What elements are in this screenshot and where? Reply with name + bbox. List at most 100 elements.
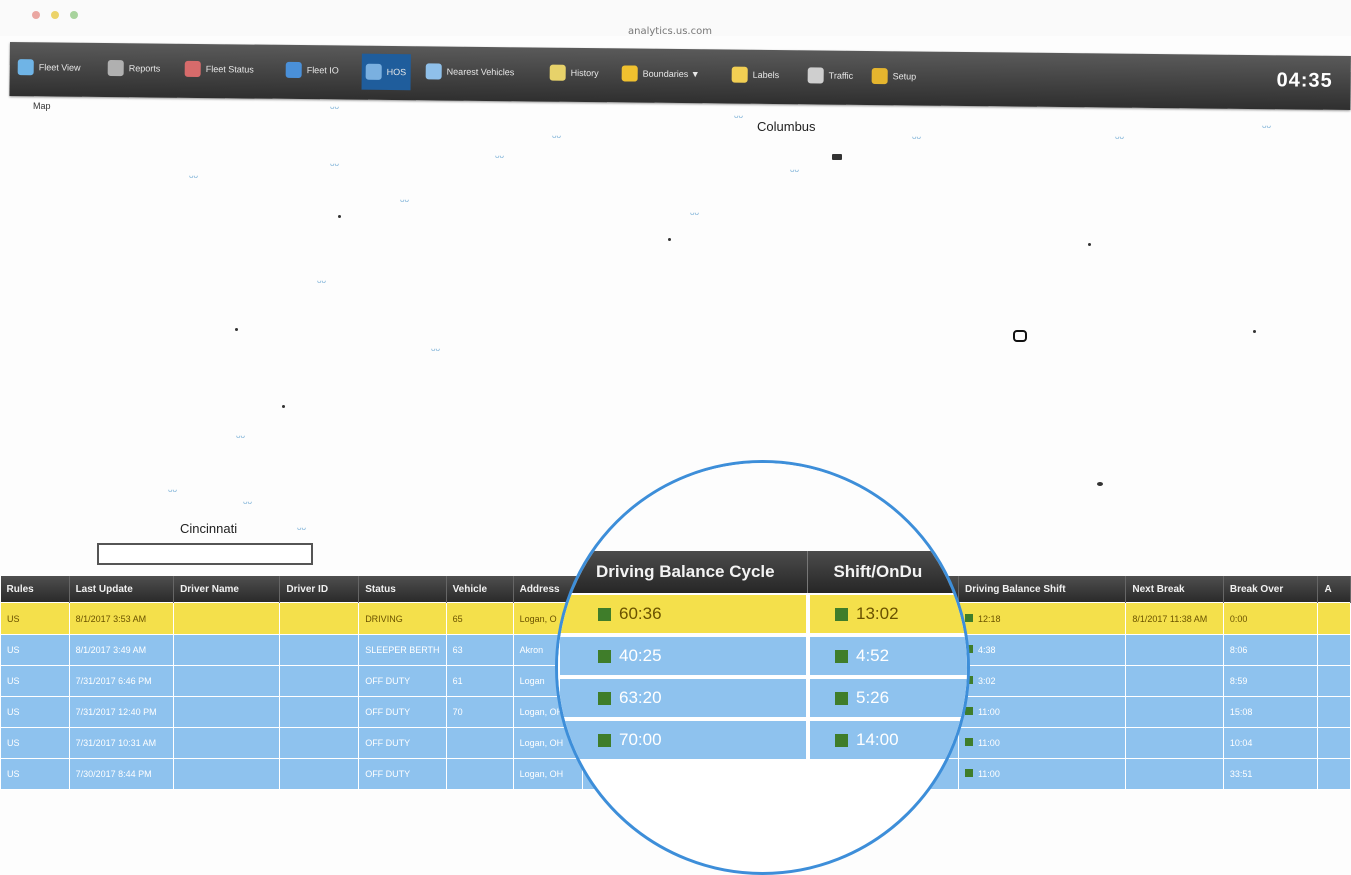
labels-icon [731,66,748,83]
maximize-window-button[interactable] [70,11,78,19]
toolbar-labels-button[interactable]: Labels [731,60,780,90]
table-cell: 0:00 [1222,602,1319,635]
hos-icon [365,63,382,80]
map-search-input[interactable] [97,543,313,565]
table-cell [279,758,360,790]
table-cell: OFF DUTY [358,727,447,759]
cell-text: OFF DUTY [365,769,411,779]
column-header[interactable]: Rules [0,576,70,603]
toolbar-item-label: Nearest Vehicles [446,66,515,78]
browser-chrome: analytics.us.com [0,0,1351,37]
toolbar-boundaries-button[interactable]: Boundaries ▼ [621,58,700,89]
minimize-window-button[interactable] [51,11,59,19]
table-cell: 33:51 [1222,758,1319,790]
column-header[interactable]: Vehicle [446,576,514,603]
vehicle-marker[interactable]: ᵕᵕ [297,522,306,536]
vehicle-marker[interactable]: ᵕᵕ [236,430,245,444]
toolbar-fleet-status-button[interactable]: Fleet Status [184,54,254,85]
cell-text: 3:02 [977,676,996,686]
cell-text: 4:38 [977,645,996,655]
toolbar-hos-button[interactable]: HOS [361,53,411,91]
table-cell: US [0,665,70,697]
url-text[interactable]: analytics.us.com [628,26,712,37]
vehicle-marker[interactable]: ᵕᵕ [168,484,177,498]
vehicle-marker[interactable]: ᵕᵕ [495,150,504,164]
table-cell [445,758,514,790]
vehicle-marker[interactable]: ᵕᵕ [317,275,326,289]
column-header[interactable]: Driving Balance Shift [958,576,1127,603]
cell-text: OFF DUTY [365,676,411,686]
toolbar-nearest-vehicles-button[interactable]: Nearest Vehicles [425,56,515,87]
toolbar-traffic-button[interactable]: Traffic [807,60,854,90]
magnified-value: 63:20 [619,688,662,707]
toolbar-item-label: Reports [128,63,161,74]
table-cell [173,696,281,728]
cell-text: 0:00 [1229,613,1248,624]
map-tab[interactable]: Map [33,101,51,111]
column-header[interactable]: A [1317,576,1351,603]
vehicle-marker[interactable]: ᵕᵕ [431,343,440,357]
cell-text: Logan, OH [519,769,564,779]
table-cell [445,727,514,759]
table-cell [1317,634,1351,666]
vehicle-marker[interactable]: ᵕᵕ [790,164,799,178]
table-cell: US [0,634,70,666]
vehicle-marker[interactable]: ᵕᵕ [1115,131,1124,145]
toolbar-history-button[interactable]: History [549,58,599,89]
cell-text: 11:00 [977,769,1000,779]
table-cell [173,665,281,697]
vehicle-marker[interactable]: ᵕᵕ [734,110,743,124]
column-header[interactable]: Driver ID [279,576,360,603]
magnified-value: 70:00 [619,730,662,749]
cell-text: 63 [452,645,463,655]
column-header[interactable]: Break Over [1223,576,1319,603]
toolbar-setup-button[interactable]: Setup [871,61,917,91]
column-header[interactable]: Driver Name [173,576,281,603]
status-square-icon [598,607,611,621]
fleet-io-icon [285,61,302,79]
close-window-button[interactable] [32,11,40,19]
toolbar-fleet-view-button[interactable]: Fleet View [17,52,81,83]
vehicle-marker[interactable]: ᵕᵕ [690,207,699,221]
magnified-header-shift: Shift/OnDu [807,551,967,593]
column-header[interactable]: Status [358,576,447,603]
vehicle-marker[interactable]: ᵕᵕ [1262,120,1271,134]
table-cell: 12:18 [957,602,1127,635]
magnified-value: 40:25 [619,646,662,665]
vehicle-marker[interactable]: ᵕᵕ [552,130,561,144]
vehicle-marker[interactable]: ᵕᵕ [243,496,252,510]
magnified-value: 13:02 [856,604,899,623]
magnified-cell-cycle: 60:36 [558,593,808,635]
map-marker[interactable] [832,154,842,160]
table-cell: 11:00 [957,758,1127,790]
cell-text: 15:08 [1229,707,1253,717]
magnified-header: Driving Balance Cycle Shift/OnDu [558,551,967,593]
toolbar-item-label: History [570,67,599,79]
toolbar-fleet-io-button[interactable]: Fleet IO [285,55,339,86]
magnified-cell-shift: 5:26 [808,677,967,719]
vehicle-marker[interactable]: ᵕᵕ [330,101,339,115]
cell-text: 7/30/2017 8:44 PM [75,769,152,779]
clock: 04:35 [1276,69,1333,92]
cell-text: 65 [452,613,463,624]
map-marker[interactable] [1013,330,1027,342]
vehicle-marker[interactable]: ᵕᵕ [189,170,198,184]
toolbar-reports-button[interactable]: Reports [107,53,161,84]
vehicle-marker[interactable]: ᵕᵕ [400,194,409,208]
map-dot [338,215,341,218]
column-header[interactable]: Next Break [1125,576,1224,603]
table-cell: OFF DUTY [358,665,447,697]
toolbar-item-label: Traffic [828,70,854,81]
vehicle-marker[interactable]: ᵕᵕ [330,158,339,172]
cell-text: 61 [452,676,463,686]
table-cell [1317,727,1351,759]
vehicle-marker[interactable]: ᵕᵕ [912,131,921,145]
table-cell [1125,696,1224,728]
table-cell: 11:00 [957,696,1127,728]
table-cell: US [0,696,70,728]
table-cell [279,634,360,666]
table-cell [1317,602,1351,635]
column-header[interactable]: Last Update [69,576,175,603]
cell-text: Logan, O [519,613,557,624]
table-cell [1317,696,1351,728]
